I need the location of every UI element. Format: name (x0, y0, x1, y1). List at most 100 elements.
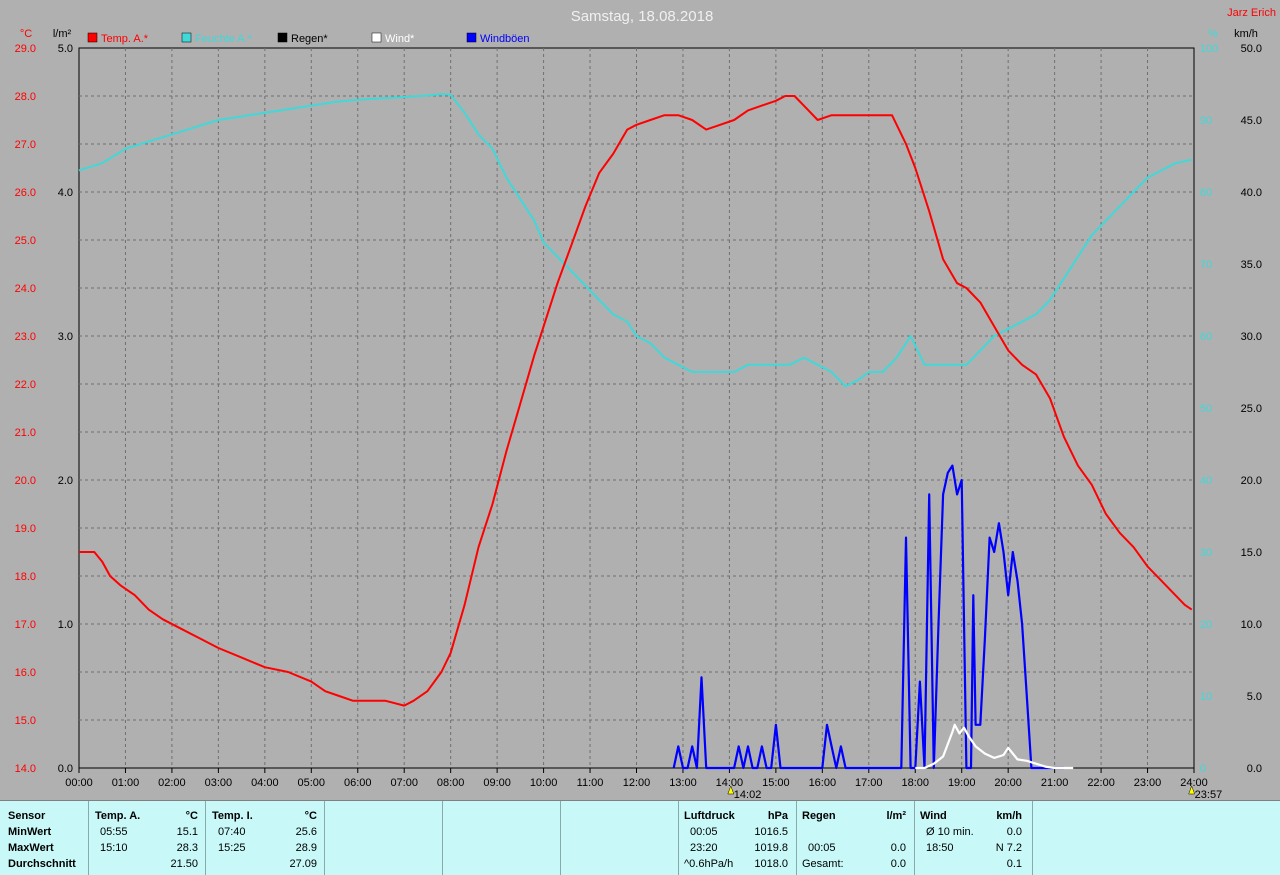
temp-tick-label: 24.0 (15, 283, 36, 295)
wind-tick-label: 30.0 (1241, 331, 1262, 343)
x-tick-label: 08:00 (437, 777, 465, 789)
x-tick-label: 21:00 (1041, 777, 1069, 789)
temp-i-max-value: 28.9 (295, 842, 317, 854)
pressure-max-time: 23:20 (690, 842, 718, 854)
separator (88, 801, 89, 875)
humidity-tick-label: 30 (1200, 547, 1212, 559)
pressure-header: Luftdruck (684, 810, 735, 822)
pressure-trend-value: 1018.0 (754, 858, 788, 870)
humidity-tick-label: 100 (1200, 43, 1218, 55)
temp-i-min-value: 25.6 (295, 826, 317, 838)
sensor-header: Sensor (8, 810, 46, 822)
legend-swatch (466, 32, 477, 43)
x-tick-label: 11:00 (577, 777, 604, 789)
separator (442, 801, 443, 875)
wind-tick-label: 25.0 (1241, 403, 1262, 415)
rain-tick-label: 0.0 (58, 763, 73, 775)
data-series (78, 93, 1193, 770)
legend-label: Windböen (480, 33, 530, 45)
wind-last-value: 0.1 (1006, 858, 1022, 870)
temp-tick-label: 29.0 (15, 43, 36, 55)
temp-i-min-time: 07:40 (218, 826, 246, 838)
humidity-unit-label: % (1208, 28, 1218, 40)
x-tick-label: 05:00 (298, 777, 326, 789)
legend-label: Regen* (291, 33, 328, 45)
temp-a-min-time: 05:55 (100, 826, 128, 838)
series-line-tempa (79, 95, 1193, 707)
wind-header: Wind (920, 810, 947, 822)
temp-tick-label: 20.0 (15, 475, 36, 487)
author-label: Jarz Erich (1227, 7, 1276, 19)
temp-tick-label: 21.0 (15, 427, 36, 439)
marker-label: 14:02 (734, 789, 762, 800)
temp-tick-label: 26.0 (15, 187, 36, 199)
x-tick-label: 24:00 (1180, 777, 1208, 789)
wind-max-value: N 7.2 (995, 842, 1022, 854)
rain-tick-label: 1.0 (58, 619, 73, 631)
legend-swatch (277, 32, 288, 43)
avg-row-label: Durchschnitt (8, 858, 76, 870)
x-tick-label: 02:00 (158, 777, 186, 789)
temp-a-max-value: 28.3 (176, 842, 198, 854)
x-tick-label: 14:00 (716, 777, 744, 789)
temp-a-min-value: 15.1 (176, 826, 198, 838)
pressure-trend-label: ^0.6hPa/h (684, 858, 734, 870)
temp-tick-label: 19.0 (15, 523, 36, 535)
humidity-tick-label: 70 (1200, 259, 1212, 271)
legend-swatch (371, 32, 382, 43)
humidity-tick-label: 0 (1200, 763, 1206, 775)
rain-total-label: Gesamt: (802, 858, 844, 870)
temp-tick-label: 28.0 (15, 91, 36, 103)
separator (560, 801, 561, 875)
legend-label: Temp. A.* (101, 33, 149, 45)
separator (796, 801, 797, 875)
rain-max-value: 0.0 (890, 842, 906, 854)
pressure-min-time: 00:05 (690, 826, 718, 838)
wind-avg-value: 0.0 (1006, 826, 1022, 838)
temp-tick-label: 18.0 (15, 571, 36, 583)
x-tick-label: 04:00 (251, 777, 279, 789)
temp-a-unit: °C (185, 810, 198, 822)
separator (205, 801, 206, 875)
temp-tick-label: 27.0 (15, 139, 36, 151)
humidity-tick-label: 20 (1200, 619, 1212, 631)
x-tick-label: 13:00 (669, 777, 697, 789)
temp-tick-label: 22.0 (15, 379, 36, 391)
humidity-tick-label: 80 (1200, 187, 1212, 199)
rain-header: Regen (802, 810, 836, 822)
marker-label: 23:57 (1195, 789, 1223, 800)
temp-i-unit: °C (304, 810, 317, 822)
rain-unit-label: l/m² (53, 28, 72, 40)
x-tick-label: 22:00 (1087, 777, 1115, 789)
wind-tick-label: 35.0 (1241, 259, 1262, 271)
x-tick-label: 03:00 (205, 777, 233, 789)
temp-a-header: Temp. A. (95, 810, 141, 822)
humidity-tick-label: 90 (1200, 115, 1212, 127)
legend-label: Feuchte A.* (195, 33, 253, 45)
x-tick-label: 12:00 (623, 777, 651, 789)
rain-max-time: 00:05 (808, 842, 836, 854)
legend-swatch (87, 32, 98, 43)
x-tick-label: 19:00 (948, 777, 976, 789)
wind-tick-label: 50.0 (1241, 43, 1262, 55)
temp-tick-label: 14.0 (15, 763, 36, 775)
legend-swatch (181, 32, 192, 43)
wind-tick-label: 45.0 (1241, 115, 1262, 127)
x-tick-label: 10:00 (530, 777, 558, 789)
pressure-min-value: 1016.5 (754, 826, 788, 838)
wind-tick-label: 20.0 (1241, 475, 1262, 487)
rain-tick-label: 2.0 (58, 475, 73, 487)
rain-total-value: 0.0 (890, 858, 906, 870)
temp-i-avg-value: 27.09 (289, 858, 317, 870)
min-row-label: MinWert (8, 826, 52, 838)
wind-tick-label: 40.0 (1241, 187, 1262, 199)
chart-title: Samstag, 18.08.2018 (571, 8, 714, 25)
wind-avg-label: Ø 10 min. (926, 826, 974, 838)
x-tick-label: 15:00 (762, 777, 790, 789)
rain-tick-label: 4.0 (58, 187, 73, 199)
rain-tick-label: 5.0 (58, 43, 73, 55)
temp-unit-label: °C (20, 28, 32, 40)
wind-unit-label: km/h (1234, 28, 1258, 40)
x-tick-label: 09:00 (483, 777, 511, 789)
series-line-wind (915, 723, 1074, 770)
